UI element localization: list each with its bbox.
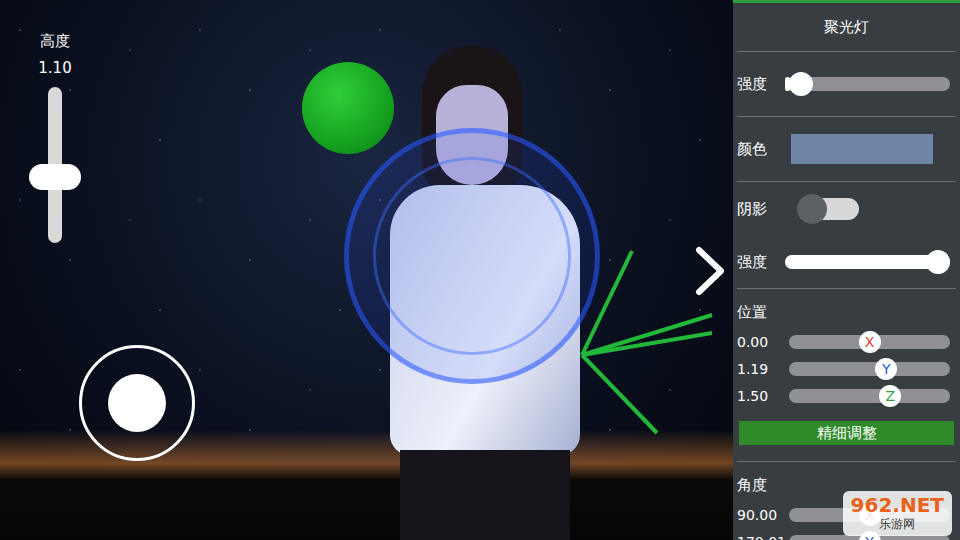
position-section: 位置 0.00 X 1.19 Y 1.50 Z 精细调整 (737, 289, 956, 462)
chevron-right-icon[interactable] (693, 244, 727, 298)
axis-thumb[interactable]: Y (875, 358, 897, 380)
watermark: 962.NET乐游网 (843, 491, 952, 536)
intensity-row: 强度 (737, 52, 956, 117)
height-slider[interactable] (48, 87, 62, 243)
intensity-thumb[interactable] (789, 72, 813, 96)
position-slider[interactable]: X (789, 335, 950, 349)
height-value: 1.10 (38, 59, 71, 77)
shadow-toggle[interactable] (801, 198, 859, 220)
intensity-label: 强度 (737, 75, 777, 94)
watermark-subtitle: 乐游网 (879, 516, 915, 533)
color-swatch[interactable] (791, 134, 933, 164)
fine-tune-button[interactable]: 精细调整 (739, 421, 954, 445)
toggle-knob (797, 194, 827, 224)
position-value: 1.50 (737, 388, 783, 404)
watermark-logo: 962.NET (851, 494, 944, 516)
shadow-label: 阴影 (737, 200, 777, 219)
gizmo-ring (373, 157, 571, 355)
shadow-row: 阴影 (737, 182, 956, 236)
shadow-intensity-label: 强度 (737, 253, 777, 272)
shadow-intensity-slider[interactable] (785, 255, 950, 269)
angle-value: 170.01 (737, 534, 783, 540)
character-skirt (400, 450, 570, 540)
color-row: 颜色 (737, 117, 956, 182)
height-control: 高度 1.10 (24, 32, 86, 243)
intensity-slider[interactable] (785, 77, 950, 91)
horizon-glow (0, 430, 733, 540)
shadow-intensity-thumb[interactable] (926, 250, 950, 274)
joystick[interactable] (79, 345, 195, 461)
joystick-knob[interactable] (108, 374, 166, 432)
angle-value: 90.00 (737, 507, 783, 523)
position-row: 1.50 Z (737, 382, 956, 409)
position-value: 1.19 (737, 361, 783, 377)
spotlight-cone-icon[interactable] (562, 243, 733, 443)
position-row: 1.19 Y (737, 355, 956, 382)
position-row: 0.00 X (737, 328, 956, 355)
light-panel: 聚光灯强度颜色阴影强度位置0.00X1.19Y1.50Z精细调整角度90.00X… (733, 0, 960, 540)
rotate-gizmo[interactable] (344, 128, 600, 384)
app-screen: 高度1.10聚光灯强度颜色阴影强度位置0.00X1.19Y1.50Z精细调整角度… (0, 0, 960, 540)
position-slider[interactable]: Z (789, 389, 950, 403)
axis-thumb[interactable]: X (859, 331, 881, 353)
position-label: 位置 (737, 289, 956, 328)
panel-title: 聚光灯 (737, 3, 956, 52)
position-value: 0.00 (737, 334, 783, 350)
position-slider[interactable]: Y (789, 362, 950, 376)
axis-thumb[interactable]: Z (879, 385, 901, 407)
light-sphere[interactable] (302, 62, 394, 154)
shadow-intensity-row: 强度 (737, 236, 956, 289)
color-label: 颜色 (737, 140, 777, 159)
scene-viewport[interactable]: 高度 1.10 (0, 0, 733, 540)
height-label: 高度 (40, 32, 70, 51)
height-slider-thumb[interactable] (29, 164, 81, 190)
